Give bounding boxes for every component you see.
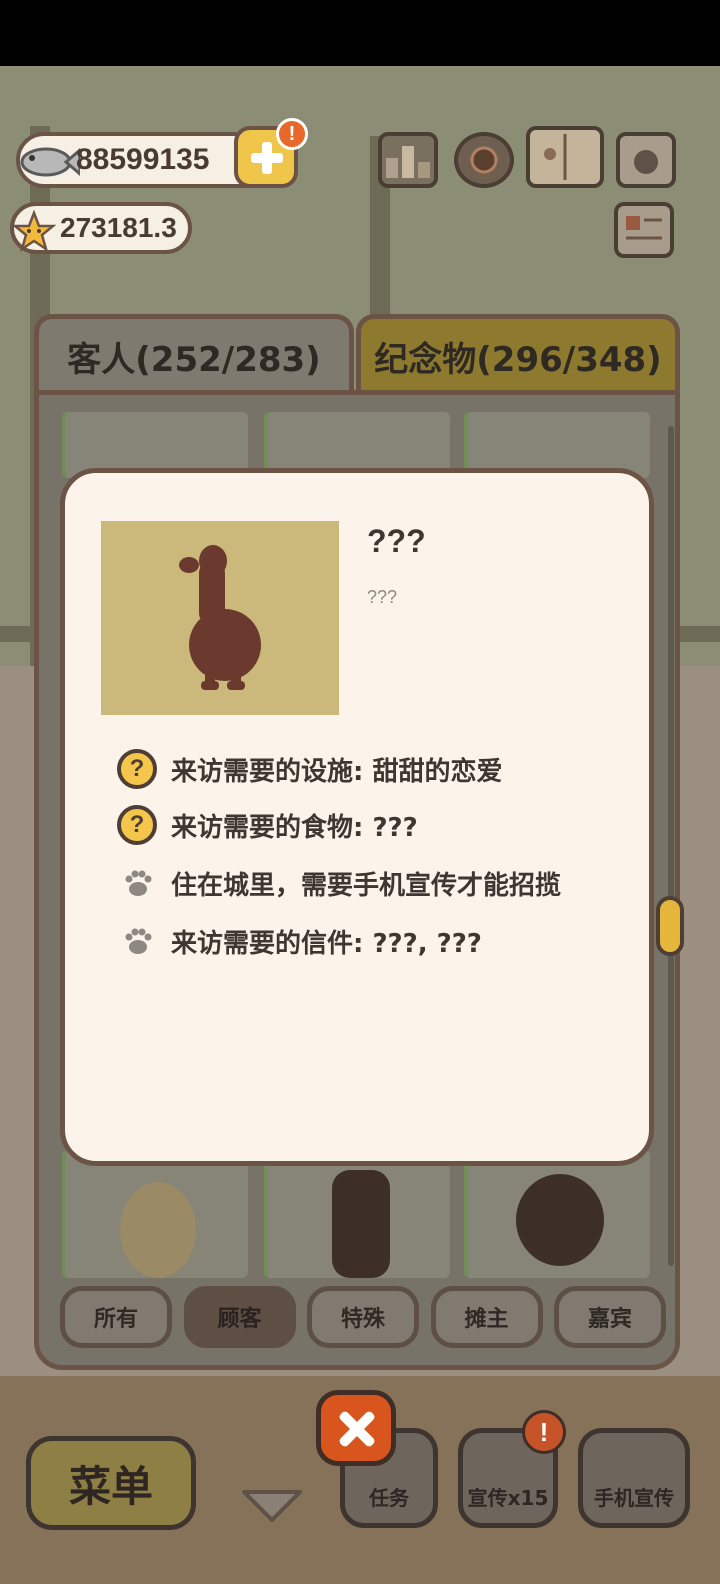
guest-portrait — [101, 521, 339, 715]
chevron-down-icon[interactable] — [240, 1486, 304, 1526]
guest-name: ??? — [367, 523, 426, 559]
requirement-letters: 来访需要的信件: ???, ??? — [117, 919, 482, 963]
alert-badge: ! — [276, 118, 308, 150]
filter-customers[interactable]: 顾客 — [183, 1286, 296, 1348]
camera-icon[interactable] — [616, 132, 676, 188]
close-button[interactable] — [316, 1390, 396, 1466]
question-icon: ? — [117, 805, 157, 845]
ranking-icon[interactable] — [378, 132, 438, 188]
paw-icon — [117, 921, 157, 961]
fish-icon — [20, 147, 80, 177]
question-icon: ? — [117, 749, 157, 789]
filter-bar: 所有 顾客 特殊 摊主 嘉宾 — [60, 1286, 666, 1348]
requirement-text: 住在城里，需要手机宣传才能招揽 — [171, 870, 562, 901]
requirement-text: 来访需要的设施: 甜甜的恋爱 — [171, 756, 503, 787]
requirement-food: ? 来访需要的食物: ??? — [117, 803, 418, 847]
tasks-label: 任务 — [369, 1486, 409, 1510]
letter-icon[interactable] — [614, 202, 674, 258]
filter-special[interactable]: 特殊 — [307, 1286, 419, 1348]
promo-alert-badge: ! — [522, 1410, 566, 1454]
tab-guests[interactable]: 客人(252/283) — [34, 314, 354, 394]
requirement-text: 来访需要的食物: ??? — [171, 812, 418, 843]
menu-button[interactable]: 菜单 — [26, 1436, 196, 1530]
star-count: 273181.3 — [60, 212, 177, 243]
requirement-facility: ? 来访需要的设施: 甜甜的恋爱 — [117, 747, 502, 791]
guest-card-locked[interactable] — [264, 1150, 450, 1278]
star-currency-display: 273181.3 — [10, 202, 192, 254]
guest-description: ??? — [367, 587, 398, 607]
phone-promo-label: 手机宣传 — [594, 1486, 674, 1510]
paw-icon — [117, 863, 157, 903]
guest-card-locked[interactable] — [464, 1150, 650, 1278]
filter-guests-of-honor[interactable]: 嘉宾 — [554, 1286, 666, 1348]
filter-vendors[interactable]: 摊主 — [430, 1286, 543, 1348]
scrollbar-track — [668, 426, 674, 1266]
tab-souvenirs[interactable]: 纪念物(296/348) — [356, 314, 680, 394]
filter-all[interactable]: 所有 — [60, 1286, 172, 1348]
guest-detail-dialog: ??? ??? ? 来访需要的设施: 甜甜的恋爱 ? 来访需要的食物: ??? … — [60, 468, 654, 1166]
goose-silhouette-icon — [179, 545, 261, 690]
promo-x15-label: 宣传x15 — [467, 1486, 549, 1510]
scrollbar-handle[interactable] — [656, 896, 684, 956]
silhouette-icon — [516, 1174, 604, 1266]
guest-card[interactable] — [62, 1150, 248, 1278]
guest-portrait — [120, 1182, 196, 1278]
settings-gear-icon[interactable] — [454, 132, 514, 188]
guestbook-icon[interactable] — [526, 126, 604, 188]
fish-count: 88599135 — [76, 143, 210, 176]
star-icon — [12, 210, 56, 252]
silhouette-icon — [332, 1170, 390, 1278]
requirement-residence: 住在城里，需要手机宣传才能招揽 — [117, 861, 561, 905]
phone-promo-button[interactable]: 手机宣传 — [578, 1428, 690, 1528]
requirement-text: 来访需要的信件: ???, ??? — [171, 928, 482, 959]
